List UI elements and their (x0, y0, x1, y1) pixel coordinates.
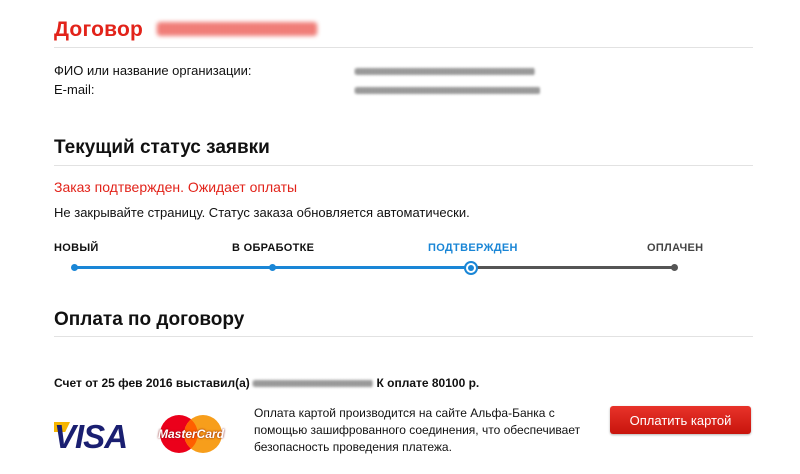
email-label: E-mail: (54, 82, 95, 97)
step-label-processing: В ОБРАБОТКЕ (232, 242, 315, 254)
divider (54, 336, 753, 337)
card-payment-info: Оплата картой производится на сайте Альф… (254, 406, 581, 454)
mastercard-wordmark: MasterCard (158, 427, 225, 441)
mastercard-logo: MasterCard (156, 414, 226, 454)
step-label-paid: ОПЛАЧЕН (647, 242, 704, 254)
progress-track-pending (470, 266, 675, 269)
redacted-contract-number (157, 22, 317, 36)
contract-title: Договор (54, 18, 144, 41)
invoice-line: Счет от 25 фев 2016 выставил(а) К оплате… (54, 376, 479, 390)
redacted-issuer (253, 380, 374, 388)
visa-logo: VISA (54, 418, 128, 455)
step-label-confirmed: ПОДТВЕРЖДЕН (428, 242, 518, 254)
step-label-new: НОВЫЙ (54, 242, 99, 254)
divider (54, 47, 753, 48)
redacted-fio-value (355, 68, 535, 75)
fio-label: ФИО или название организации: (54, 63, 252, 78)
payment-section-title: Оплата по договору (54, 309, 245, 330)
step-dot-processing (269, 264, 276, 271)
redacted-email-value (355, 87, 540, 94)
step-dot-paid (671, 264, 678, 271)
step-dot-new (71, 264, 78, 271)
status-text: Заказ подтвержден. Ожидает оплаты (54, 179, 298, 195)
invoice-amount: К оплате 80100 р. (376, 376, 480, 390)
status-section-title: Текущий статус заявки (54, 137, 270, 158)
invoice-prefix: Счет от 25 фев 2016 выставил(а) (54, 376, 250, 390)
status-note: Не закрывайте страницу. Статус заказа об… (54, 205, 470, 220)
divider (54, 165, 753, 166)
pay-by-card-button[interactable]: Оплатить картой (610, 406, 751, 434)
step-dot-confirmed (464, 261, 478, 275)
